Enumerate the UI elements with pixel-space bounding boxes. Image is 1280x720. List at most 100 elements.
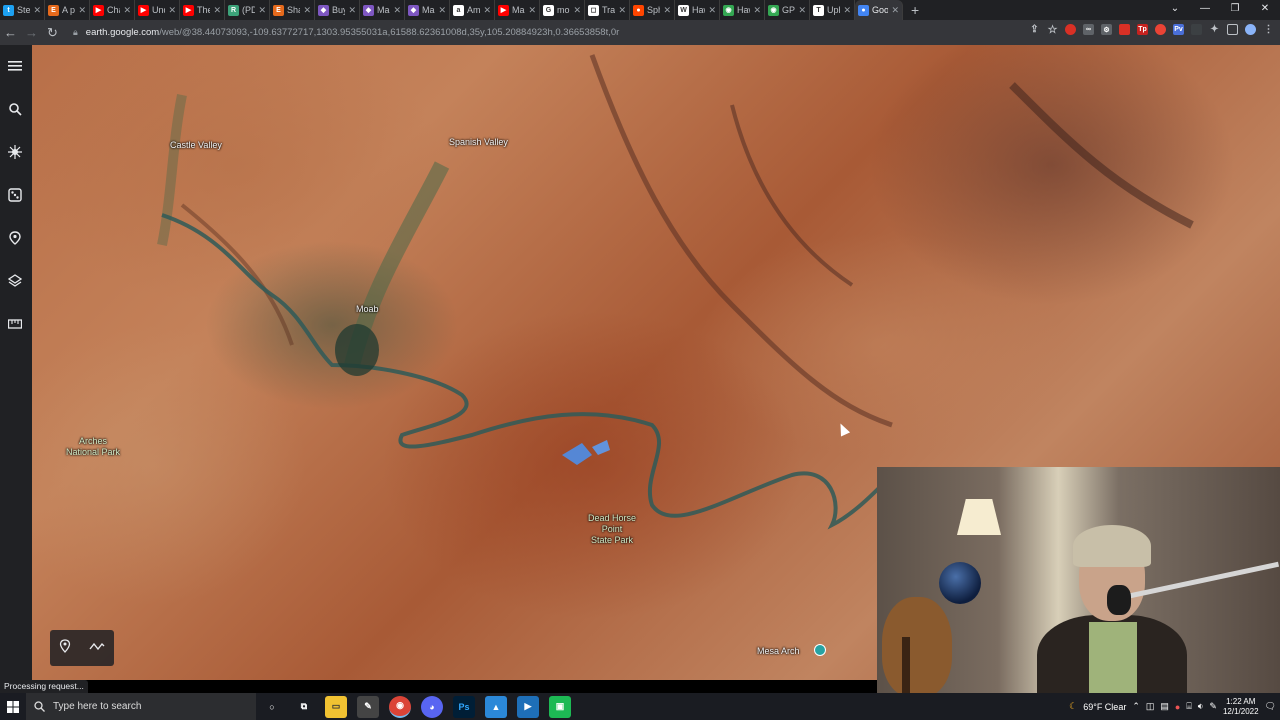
cortana-icon[interactable]: ○ xyxy=(261,696,283,718)
browser-menu-icon[interactable]: ⋮ xyxy=(1263,24,1274,35)
tray-app-icon[interactable]: ◫ xyxy=(1146,701,1155,712)
tab-close-icon[interactable]: ✕ xyxy=(303,5,311,16)
tab-close-icon[interactable]: ✕ xyxy=(33,5,41,16)
restore-button[interactable]: ❐ xyxy=(1220,0,1250,20)
measure-ruler-icon[interactable] xyxy=(4,313,26,335)
task-view-icon[interactable]: ⧉ xyxy=(293,696,315,718)
media-player-icon[interactable]: ▶ xyxy=(517,695,539,718)
tab-close-icon[interactable]: ✕ xyxy=(753,5,761,16)
taskbar-clock[interactable]: 1:22 AM 12/1/2022 xyxy=(1223,697,1259,717)
network-icon[interactable]: ⌸ xyxy=(1186,701,1191,712)
app-bird-icon[interactable]: ✎ xyxy=(357,695,379,718)
taskbar-search-box[interactable]: Type here to search xyxy=(26,693,256,720)
browser-tab[interactable]: EShaligr✕ xyxy=(270,0,315,20)
browser-tab[interactable]: ▶Underg✕ xyxy=(135,0,180,20)
extension-blank-icon[interactable] xyxy=(1191,24,1202,35)
browser-tab[interactable]: TUphea✕ xyxy=(810,0,855,20)
tab-close-icon[interactable]: ✕ xyxy=(618,5,626,16)
extensions-puzzle-icon[interactable]: ✦ xyxy=(1209,24,1220,35)
browser-tab[interactable]: ▶Channe✕ xyxy=(90,0,135,20)
browser-tab[interactable]: R(PDF) A✕ xyxy=(225,0,270,20)
tab-close-icon[interactable]: ✕ xyxy=(528,5,536,16)
start-windows-icon[interactable] xyxy=(0,693,26,720)
tab-search-icon[interactable]: ⌄ xyxy=(1160,0,1190,20)
discord-icon[interactable]: ◕ xyxy=(421,695,443,718)
photoshop-icon[interactable]: Ps xyxy=(453,695,475,718)
extension-pin-icon[interactable] xyxy=(1155,24,1166,35)
pen-icon[interactable]: ✎ xyxy=(1209,701,1217,712)
tab-close-icon[interactable]: ✕ xyxy=(438,5,446,16)
tab-close-icon[interactable]: ✕ xyxy=(663,5,671,16)
tab-close-icon[interactable]: ✕ xyxy=(348,5,356,16)
browser-tab[interactable]: ● Goo ✕ xyxy=(855,0,903,20)
back-button[interactable]: ← xyxy=(0,25,21,40)
draw-path-icon[interactable] xyxy=(89,639,105,657)
map-label-dead-horse-point[interactable]: Dead Horse Point State Park xyxy=(588,513,636,546)
forward-button[interactable]: → xyxy=(21,25,42,40)
address-bar[interactable]: 🔒︎ earth.google.com/web/@38.44073093,-10… xyxy=(73,23,973,43)
tab-close-icon[interactable]: ✕ xyxy=(708,5,716,16)
tab-close-icon[interactable]: ✕ xyxy=(843,5,851,16)
weather-text[interactable]: 69°F Clear xyxy=(1083,702,1126,712)
tab-close-icon[interactable]: ✕ xyxy=(213,5,221,16)
tab-close-icon[interactable]: ✕ xyxy=(393,5,401,16)
app-green-icon[interactable]: ▣ xyxy=(549,695,571,718)
tray-record-icon[interactable]: ● xyxy=(1175,702,1180,712)
browser-tab[interactable]: ●Sphere✕ xyxy=(630,0,675,20)
map-label-mesa-arch[interactable]: Mesa Arch xyxy=(757,646,800,657)
add-placemark-icon[interactable] xyxy=(59,638,71,658)
map-label-arches[interactable]: Arches National Park xyxy=(66,436,120,458)
browser-tab[interactable]: ◉GPlates✕ xyxy=(765,0,810,20)
map-style-layers-icon[interactable] xyxy=(4,270,26,292)
new-tab-button[interactable]: + xyxy=(903,2,927,18)
browser-tab[interactable]: ▶The Ho✕ xyxy=(180,0,225,20)
browser-tab[interactable]: t Ste ✕ xyxy=(0,0,45,20)
browser-tab[interactable]: WHawaii✕ xyxy=(675,0,720,20)
browser-tab[interactable]: ◆Buy on✕ xyxy=(315,0,360,20)
close-window-button[interactable]: ✕ xyxy=(1250,0,1280,20)
extension-glasses-icon[interactable]: ∞ xyxy=(1083,24,1094,35)
minimize-button[interactable]: — xyxy=(1190,0,1220,20)
map-label-moab[interactable]: Moab xyxy=(356,304,379,315)
side-panel-icon[interactable] xyxy=(1227,24,1238,35)
tray-display-icon[interactable]: ▤ xyxy=(1160,701,1169,712)
browser-tab[interactable]: ◻Transan✕ xyxy=(585,0,630,20)
voyager-icon[interactable] xyxy=(4,141,26,163)
lock-icon[interactable]: 🔒︎ xyxy=(73,27,78,38)
tab-close-icon[interactable]: ✕ xyxy=(483,5,491,16)
extension-tp-icon[interactable]: Tp xyxy=(1137,24,1148,35)
share-icon[interactable]: ⇪ xyxy=(1029,24,1040,35)
extension-cog-icon[interactable]: ⚙ xyxy=(1101,24,1112,35)
browser-tab[interactable]: Gmounta✕ xyxy=(540,0,585,20)
volume-icon[interactable]: 🔉︎ xyxy=(1198,701,1204,712)
mesa-arch-poi-icon[interactable] xyxy=(814,644,826,656)
tab-close-icon[interactable]: ✕ xyxy=(168,5,176,16)
tab-close-icon[interactable]: ✕ xyxy=(78,5,86,16)
browser-tab[interactable]: ◆Mahali✕ xyxy=(405,0,450,20)
tab-close-icon[interactable]: ✕ xyxy=(258,5,266,16)
tab-close-icon[interactable]: ✕ xyxy=(798,5,806,16)
browser-tab[interactable]: EA p ✕ xyxy=(45,0,90,20)
file-explorer-icon[interactable]: ▭ xyxy=(325,695,347,718)
extension-pv-icon[interactable]: Pv xyxy=(1173,24,1184,35)
browser-tab[interactable]: ▶Mauna✕ xyxy=(495,0,540,20)
extension-stop-icon[interactable] xyxy=(1119,24,1130,35)
bookmark-star-icon[interactable]: ☆ xyxy=(1047,24,1058,36)
photos-icon[interactable]: ▲ xyxy=(485,695,507,718)
projects-pin-icon[interactable] xyxy=(4,227,26,249)
profile-avatar-icon[interactable] xyxy=(1245,24,1256,35)
feeling-lucky-icon[interactable] xyxy=(4,184,26,206)
tray-overflow-chevron-icon[interactable]: ⌃ xyxy=(1132,701,1140,712)
weather-moon-icon[interactable]: ☾ xyxy=(1069,701,1077,712)
map-label-spanish-valley[interactable]: Spanish Valley xyxy=(449,137,508,148)
extension-red-icon[interactable] xyxy=(1065,24,1076,35)
map-label-castle-valley[interactable]: Castle Valley xyxy=(170,140,222,151)
browser-tab[interactable]: ◆Maha A✕ xyxy=(360,0,405,20)
search-icon[interactable] xyxy=(4,98,26,120)
browser-tab[interactable]: ◉Hawaii✕ xyxy=(720,0,765,20)
notification-icon[interactable]: 🗨︎ xyxy=(1265,701,1276,712)
chrome-icon[interactable]: ◉ xyxy=(389,695,411,718)
reload-button[interactable]: ↻ xyxy=(42,25,63,41)
tab-close-icon[interactable]: ✕ xyxy=(123,5,131,16)
tab-close-icon[interactable]: ✕ xyxy=(573,5,581,16)
